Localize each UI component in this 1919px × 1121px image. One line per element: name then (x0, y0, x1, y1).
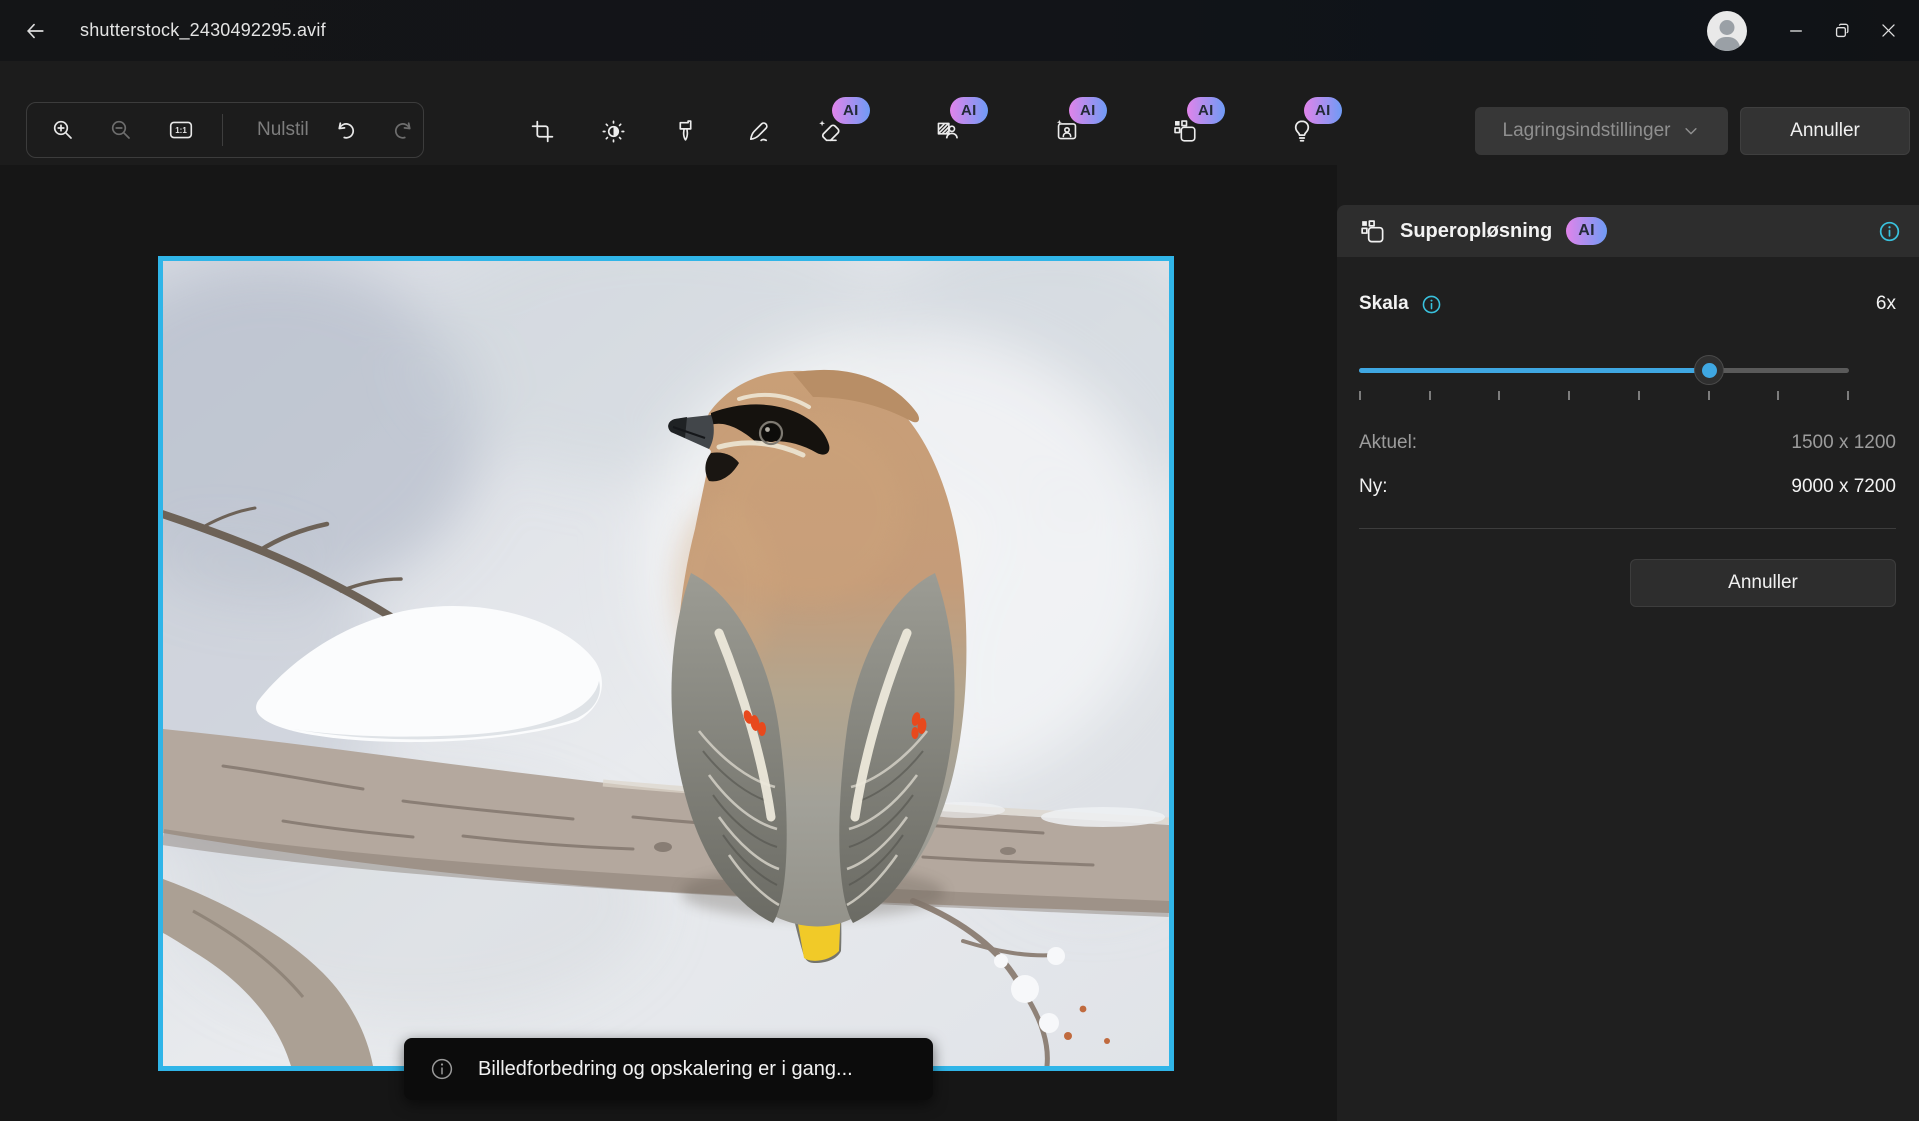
view-tool-group: 1:1 Nulstil (26, 102, 424, 158)
cancel-button-panel[interactable]: Annuller (1630, 559, 1896, 607)
panel-header: Superopløsning AI (1337, 205, 1919, 257)
tool-erase[interactable]: AI (806, 107, 854, 155)
reset-button[interactable]: Nulstil (243, 103, 323, 157)
account-avatar[interactable] (1707, 11, 1747, 51)
tool-adjust[interactable] (589, 107, 637, 155)
panel-title: Superopløsning (1400, 220, 1552, 243)
new-size-row: Ny: 9000 x 7200 (1359, 476, 1896, 498)
current-size-row: Aktuel: 1500 x 1200 (1359, 432, 1896, 454)
zoom-in-button[interactable] (40, 103, 86, 157)
paintbrush-icon (673, 119, 698, 144)
super-resolution-icon (1359, 218, 1386, 245)
crop-icon (530, 119, 555, 144)
restore-button[interactable] (1819, 0, 1865, 61)
ai-badge: AI (950, 97, 988, 124)
minimize-button[interactable] (1773, 0, 1819, 61)
tool-crop[interactable] (518, 107, 566, 155)
actual-size-icon: 1:1 (168, 117, 194, 143)
redo-icon (392, 119, 415, 142)
back-button[interactable] (12, 11, 58, 51)
avatar-person-icon (1720, 20, 1735, 35)
tool-suggestions[interactable]: AI (1278, 107, 1326, 155)
slider-thumb[interactable] (1694, 355, 1724, 385)
restore-icon (1832, 21, 1852, 41)
back-arrow-icon (24, 20, 46, 42)
info-icon (1878, 220, 1901, 243)
panel-divider (1359, 528, 1896, 529)
progress-toast: Billedforbedring og opskalering er i gan… (404, 1038, 933, 1100)
current-size-label: Aktuel: (1359, 432, 1417, 454)
info-icon (1421, 294, 1442, 315)
close-icon (1879, 21, 1898, 40)
undo-icon (334, 119, 357, 142)
tool-super-resolution[interactable]: AI (1161, 107, 1209, 155)
zoom-out-button[interactable] (98, 103, 144, 157)
bird-photo (163, 261, 1169, 1066)
new-size-label: Ny: (1359, 476, 1388, 498)
cancel-button-top[interactable]: Annuller (1740, 107, 1910, 155)
ai-badge: AI (1566, 217, 1607, 245)
undo-button[interactable] (322, 103, 368, 157)
ai-badge: AI (1187, 97, 1225, 124)
tool-markup[interactable] (734, 107, 782, 155)
canvas-area (0, 165, 1337, 1121)
scale-label: Skala (1359, 293, 1409, 315)
scale-info-button[interactable] (1421, 294, 1442, 315)
brightness-icon (601, 119, 626, 144)
scale-value: 6x (1876, 293, 1896, 315)
tool-filter[interactable] (661, 107, 709, 155)
title-bar: shutterstock_2430492295.avif (0, 0, 1919, 61)
toolbar: 1:1 Nulstil AI AI AI AI AI (0, 61, 1919, 165)
scale-slider[interactable] (1359, 355, 1849, 385)
panel-info-button[interactable] (1878, 220, 1901, 243)
slider-ticks (1359, 391, 1849, 400)
toast-message: Billedforbedring og opskalering er i gan… (478, 1058, 853, 1081)
slider-fill (1359, 368, 1709, 373)
svg-text:1:1: 1:1 (175, 126, 187, 135)
ai-badge: AI (1304, 97, 1342, 124)
current-size-value: 1500 x 1200 (1791, 432, 1896, 454)
toolbar-separator (222, 114, 223, 146)
close-button[interactable] (1865, 0, 1911, 61)
tool-restyle[interactable]: AI (1043, 107, 1091, 155)
image-canvas[interactable] (158, 256, 1174, 1071)
super-resolution-panel: Superopløsning AI Skala 6x Aktuel: 1500 … (1337, 205, 1919, 1121)
redo-button[interactable] (382, 103, 424, 157)
zoom-out-icon (109, 118, 133, 142)
ai-badge: AI (832, 97, 870, 124)
pen-icon (746, 119, 771, 144)
file-name: shutterstock_2430492295.avif (80, 20, 326, 41)
new-size-value: 9000 x 7200 (1791, 476, 1896, 498)
chevron-down-icon (1682, 122, 1700, 140)
tool-background[interactable]: AI (924, 107, 972, 155)
actual-size-button[interactable]: 1:1 (158, 103, 204, 157)
info-icon (430, 1057, 454, 1081)
minimize-icon (1786, 21, 1806, 41)
zoom-in-icon (51, 118, 75, 142)
ai-badge: AI (1069, 97, 1107, 124)
save-settings-button[interactable]: Lagringsindstillinger (1475, 107, 1728, 155)
